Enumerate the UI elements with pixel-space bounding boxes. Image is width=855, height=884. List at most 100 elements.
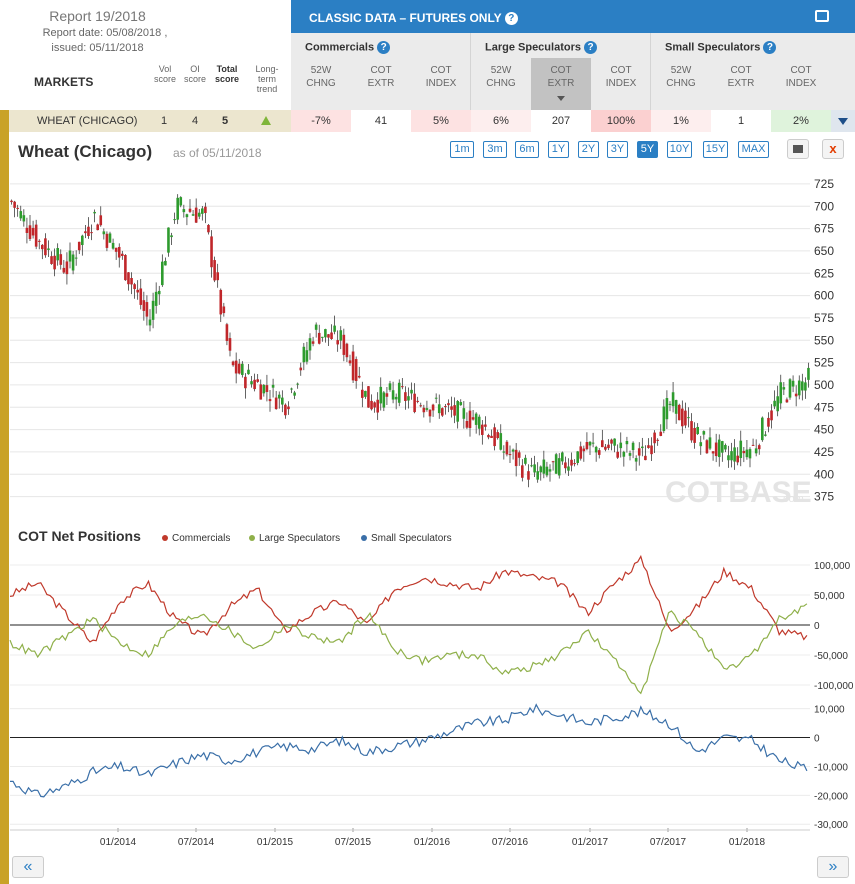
col-comm-extr[interactable]: COT EXTR	[351, 64, 411, 90]
candle-body	[201, 208, 204, 214]
candle-body	[576, 451, 579, 463]
col-large-index[interactable]: COT INDEX	[591, 64, 651, 90]
candle-body	[114, 247, 118, 252]
price-tick-label: 725	[814, 177, 834, 191]
candle-body	[647, 445, 650, 448]
candle-body	[425, 408, 429, 410]
printer-icon[interactable]	[815, 10, 829, 22]
value-cell: 6%	[471, 110, 531, 132]
help-icon[interactable]: ?	[763, 41, 777, 54]
candle-body	[314, 324, 318, 330]
candle-body	[681, 408, 684, 427]
help-icon[interactable]: ?	[504, 12, 518, 26]
col-large-52w[interactable]: 52W CHNG	[471, 64, 531, 90]
expand-dropdown-icon[interactable]	[831, 110, 855, 132]
candle-body	[361, 389, 364, 398]
help-icon[interactable]: ?	[377, 41, 391, 54]
total-score-header: Total score	[214, 64, 240, 84]
candle-body	[508, 454, 512, 456]
candle-body	[16, 207, 19, 209]
candle-body	[339, 330, 343, 341]
price-tick-label: 400	[814, 467, 834, 481]
col-comm-index[interactable]: COT INDEX	[411, 64, 471, 90]
help-icon[interactable]: ?	[584, 41, 598, 54]
candle-body	[262, 384, 266, 394]
market-row-wheat[interactable]: WHEAT (CHICAGO) 1 4 5 -7% 41 5% 6% 207 1…	[9, 110, 855, 132]
range-3y-button[interactable]: 3Y	[607, 141, 628, 158]
candle-body	[542, 459, 546, 474]
price-tick-label: 425	[814, 445, 834, 459]
range-2y-button[interactable]: 2Y	[578, 141, 599, 158]
candle-body	[625, 441, 629, 445]
candle-body	[256, 379, 259, 382]
candle-body	[754, 448, 758, 454]
candle-body	[37, 240, 41, 242]
candle-body	[613, 438, 616, 446]
charts-svg: 375 400 425 450 475 500 525 550 575 600 625 650 675 7…	[9, 177, 854, 848]
print-chart-icon[interactable]	[787, 139, 809, 159]
candle-body	[551, 461, 555, 463]
candle-body	[677, 404, 681, 421]
prev-button[interactable]: «	[12, 856, 44, 878]
candle-body	[56, 248, 59, 261]
x-tick-label: 07/2016	[492, 837, 529, 848]
range-6m-button[interactable]: 6m	[515, 141, 539, 158]
series-large-speculators	[9, 603, 808, 695]
next-button[interactable]: »	[817, 856, 849, 878]
x-tick-label: 01/2014	[100, 837, 137, 848]
col-comm-52w[interactable]: 52W CHNG	[291, 64, 351, 90]
candle-body	[154, 291, 158, 306]
candle-body	[185, 214, 189, 218]
col-small-52w[interactable]: 52W CHNG	[651, 64, 711, 90]
x-tick-label: 07/2014	[178, 837, 215, 848]
candle-body	[161, 261, 164, 286]
candle-body	[228, 338, 232, 351]
report-date: Report date: 05/08/2018 ,	[42, 27, 168, 39]
col-small-extr[interactable]: COT EXTR	[711, 64, 771, 90]
candle-body	[327, 334, 330, 338]
candle-body	[41, 244, 44, 250]
candle-body	[290, 388, 293, 390]
candle-body	[474, 413, 478, 425]
candle-body	[182, 209, 186, 213]
candle-body	[179, 197, 183, 206]
candle-body	[31, 227, 35, 236]
candle-body	[804, 382, 807, 391]
report-info: Report 19/2018 Report date: 05/08/2018 ,…	[0, 0, 290, 110]
range-1y-button[interactable]: 1Y	[548, 141, 569, 158]
candle-body	[450, 406, 453, 410]
col-large-extr[interactable]: COT EXTR	[531, 58, 591, 110]
candle-body	[554, 454, 558, 474]
range-15y-button[interactable]: 15Y	[703, 141, 728, 158]
candle-body	[653, 432, 656, 444]
candle-body	[496, 432, 499, 439]
close-icon[interactable]: x	[822, 139, 844, 159]
candle-body	[216, 272, 219, 281]
range-max-button[interactable]: MAX	[738, 141, 769, 158]
range-3m-button[interactable]: 3m	[483, 141, 507, 158]
candle-body	[662, 406, 666, 431]
candle-body	[696, 426, 699, 435]
candle-body	[47, 248, 50, 250]
candle-body	[714, 442, 718, 457]
price-tick-label: 675	[814, 222, 834, 236]
candle-body	[117, 246, 121, 258]
candle-body	[748, 449, 752, 459]
candle-body	[545, 466, 549, 476]
candle-body	[348, 360, 352, 364]
cot-tick-label: -100,000	[814, 681, 854, 692]
candle-body	[419, 405, 423, 407]
market-name[interactable]: WHEAT (CHICAGO)	[37, 115, 137, 127]
x-tick-label: 07/2015	[335, 837, 372, 848]
range-1m-button[interactable]: 1m	[450, 141, 474, 158]
range-5y-button[interactable]: 5Y	[637, 141, 658, 158]
value-cell: 2%	[771, 110, 831, 132]
up-arrow-icon	[261, 116, 271, 125]
trend-header: Long-term trend	[255, 64, 279, 94]
total-score: 5	[222, 115, 229, 127]
candle-body	[93, 211, 96, 214]
candle-body	[222, 306, 226, 314]
col-small-index[interactable]: COT INDEX	[771, 64, 831, 90]
value-cell: 100%	[591, 110, 651, 132]
range-10y-button[interactable]: 10Y	[667, 141, 692, 158]
